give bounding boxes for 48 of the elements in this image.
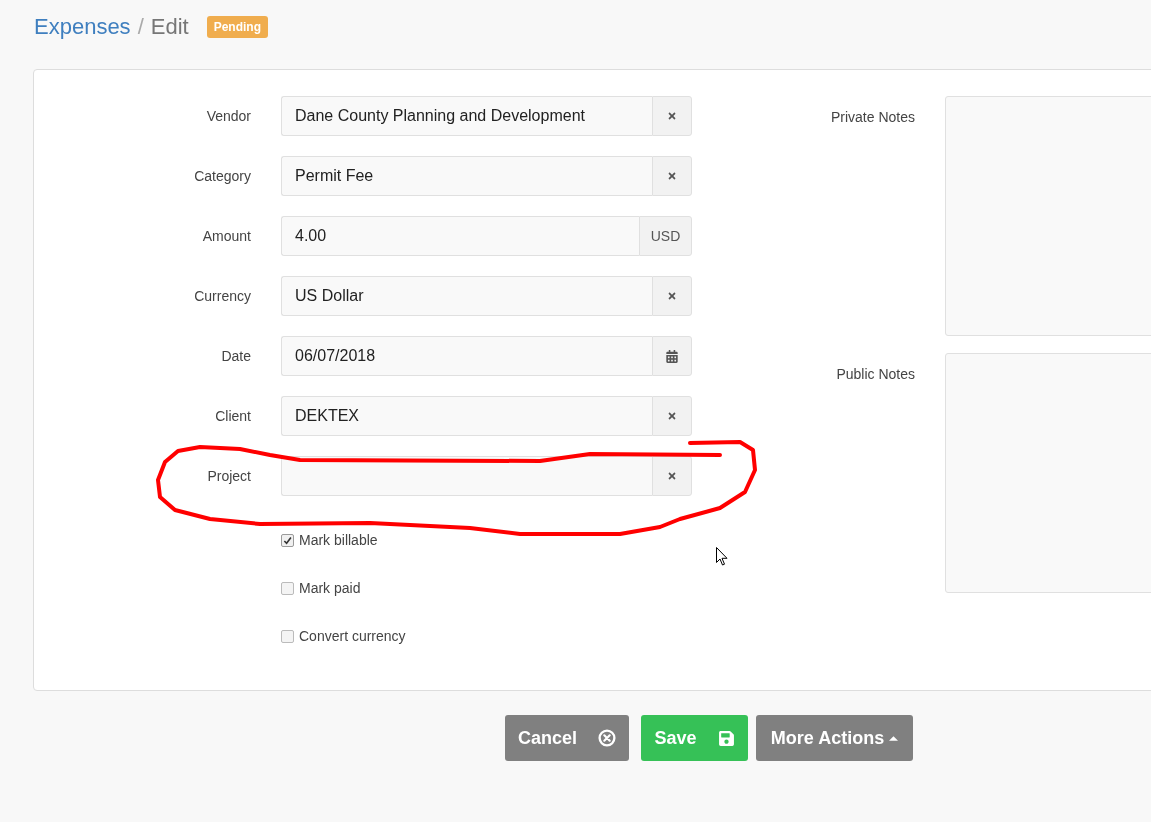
input-field[interactable]: 06/07/2018	[281, 336, 652, 376]
close-icon	[667, 291, 677, 301]
notes-textarea[interactable]	[945, 96, 1151, 336]
checkbox-label: Mark paid	[299, 580, 361, 596]
input-field[interactable]: DEKTEX	[281, 396, 652, 436]
checkmark-icon	[283, 535, 292, 545]
checkbox[interactable]	[281, 533, 294, 547]
field-label: Client	[214, 406, 251, 426]
checkbox-label: Mark billable	[299, 532, 378, 548]
caret-up-icon	[889, 736, 899, 741]
clear-button[interactable]	[652, 396, 692, 436]
field-label: Date	[220, 346, 251, 366]
cancel-button[interactable]: Cancel	[505, 715, 629, 761]
input-field[interactable]: 4.00	[281, 216, 639, 256]
field-label: Vendor	[205, 106, 251, 126]
clear-button[interactable]	[652, 456, 692, 496]
breadcrumb-current: Edit	[150, 13, 189, 41]
input-field[interactable]: Dane County Planning and Development	[281, 96, 652, 136]
mouse-cursor-icon	[716, 547, 728, 566]
checkbox[interactable]	[281, 629, 294, 643]
close-icon	[667, 411, 677, 421]
status-badge: Pending	[206, 16, 268, 38]
field-label: Category	[193, 166, 251, 186]
save-icon	[717, 729, 735, 747]
input-field[interactable]: US Dollar	[281, 276, 652, 316]
notes-label: Public Notes	[835, 365, 915, 384]
input-field[interactable]	[281, 456, 652, 496]
more-actions-button[interactable]: More Actions	[756, 715, 913, 761]
field-label: Amount	[201, 226, 251, 246]
clear-button[interactable]	[652, 96, 692, 136]
checkbox-label: Convert currency	[299, 628, 406, 644]
calendar-button[interactable]	[652, 336, 692, 376]
breadcrumb-link[interactable]: Expenses	[34, 13, 131, 41]
breadcrumb-separator: /	[137, 13, 144, 41]
close-circle-icon	[598, 729, 616, 747]
checkbox[interactable]	[281, 581, 294, 595]
notes-textarea[interactable]	[945, 353, 1151, 593]
notes-label: Private Notes	[829, 108, 915, 127]
close-icon	[667, 111, 677, 121]
field-label: Project	[206, 466, 251, 486]
clear-button[interactable]	[652, 276, 692, 316]
field-label: Currency	[193, 286, 251, 306]
calendar-icon	[666, 349, 678, 363]
currency-addon: USD	[639, 216, 692, 256]
clear-button[interactable]	[652, 156, 692, 196]
close-icon	[667, 471, 677, 481]
close-icon	[667, 171, 677, 181]
input-field[interactable]: Permit Fee	[281, 156, 652, 196]
